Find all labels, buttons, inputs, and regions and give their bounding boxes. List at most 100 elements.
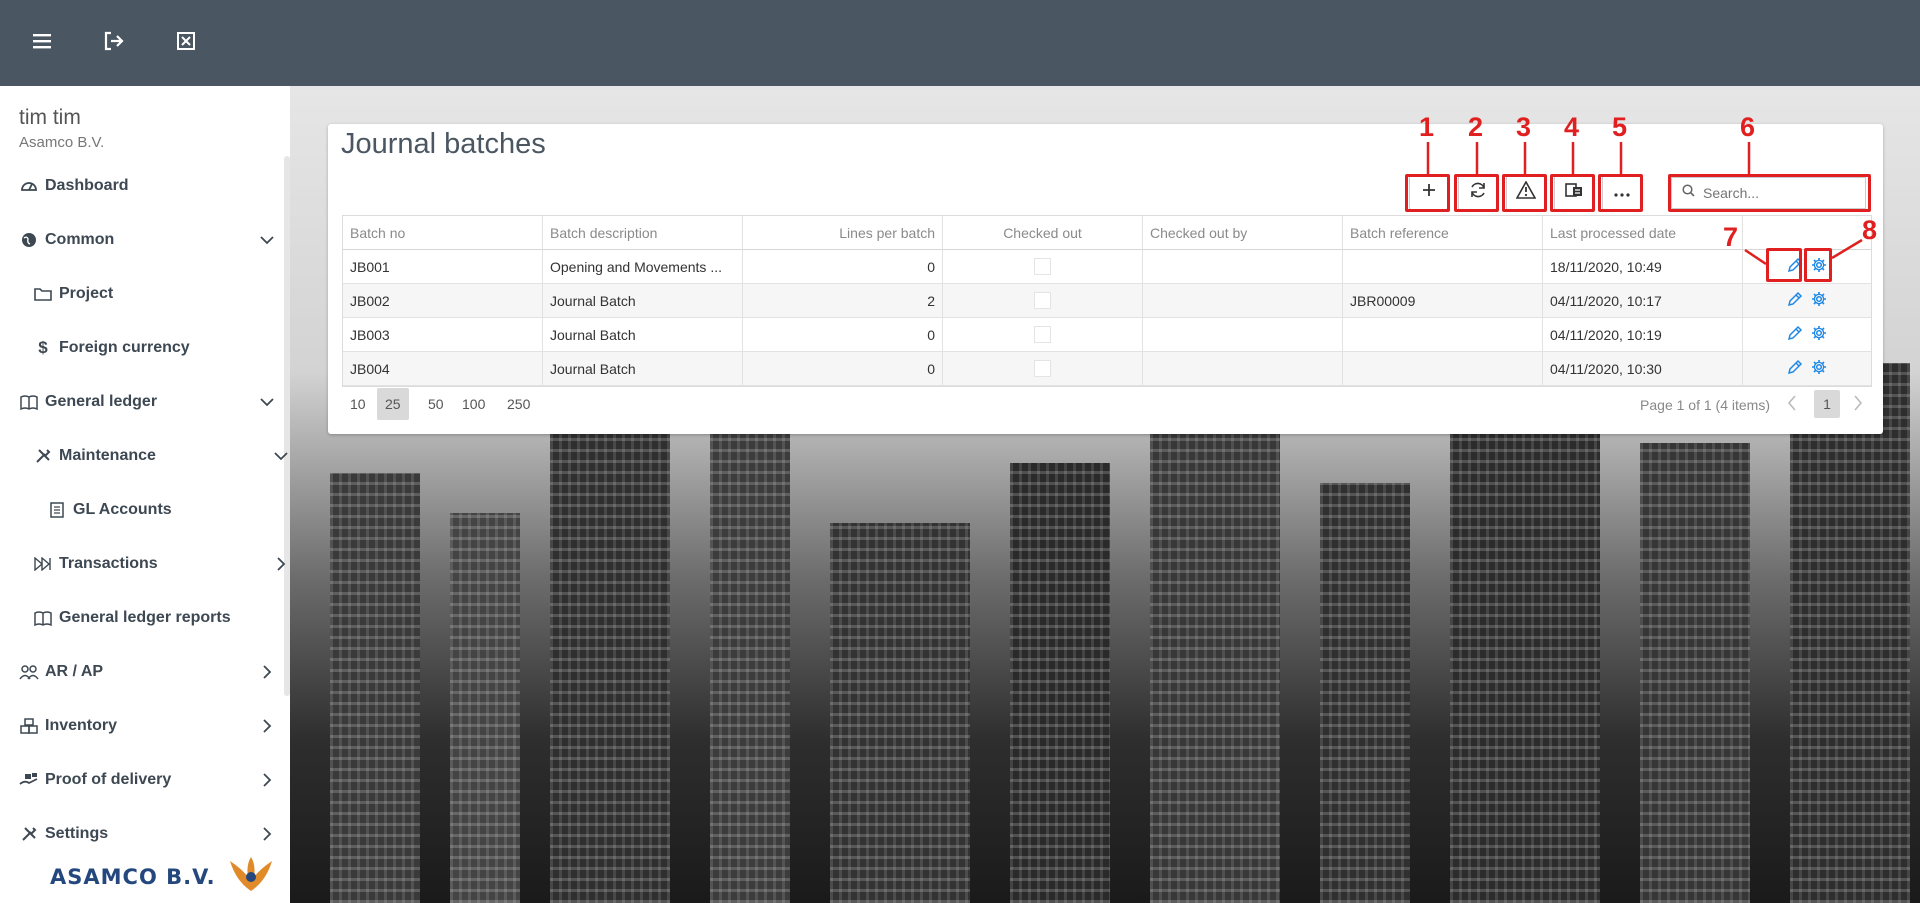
- column-header-checked-out-by[interactable]: Checked out by: [1143, 216, 1343, 249]
- sidebar-item-proof-of-delivery[interactable]: Proof of delivery: [0, 753, 299, 807]
- table-row[interactable]: JB004 Journal Batch 0 04/11/2020, 10:30: [343, 352, 1871, 386]
- user-company: Asamco B.V.: [19, 134, 105, 151]
- settings-button[interactable]: [1811, 325, 1827, 344]
- column-header-last-processed-date[interactable]: Last processed date: [1543, 216, 1743, 249]
- settings-button[interactable]: [1811, 359, 1827, 378]
- cell-batch-reference: [1343, 318, 1543, 351]
- sidebar-item-label: General ledger: [45, 393, 158, 410]
- sidebar-item-label: General ledger reports: [59, 609, 231, 626]
- cell-lines-per-batch: 0: [743, 318, 943, 351]
- page-size-option[interactable]: 50: [420, 388, 452, 420]
- table-row[interactable]: JB003 Journal Batch 0 04/11/2020, 10:19: [343, 318, 1871, 352]
- pencil-icon: [1787, 359, 1803, 378]
- close-window-button[interactable]: [150, 0, 222, 86]
- checked-out-checkbox[interactable]: [1034, 360, 1051, 377]
- page-size-option-selected[interactable]: 25: [377, 388, 409, 420]
- edit-button[interactable]: [1787, 325, 1803, 344]
- page-size-option[interactable]: 10: [342, 388, 374, 420]
- cell-batch-description: Journal Batch: [543, 352, 743, 385]
- page-size-option[interactable]: 100: [454, 388, 493, 420]
- callout-number: 2: [1468, 112, 1484, 142]
- sidebar-item-label: Transactions: [59, 555, 158, 572]
- next-page-button[interactable]: [1848, 394, 1868, 414]
- transactions-icon: [33, 554, 53, 574]
- column-header-batch-reference[interactable]: Batch reference: [1343, 216, 1543, 249]
- cell-batch-description: Journal Batch: [543, 284, 743, 317]
- table-row[interactable]: JB002 Journal Batch 2 JBR00009 04/11/202…: [343, 284, 1871, 318]
- sidebar-item-general-ledger-reports[interactable]: General ledger reports: [0, 591, 313, 645]
- cell-lines-per-batch: 2: [743, 284, 943, 317]
- cell-actions: [1743, 318, 1871, 351]
- phoenix-logo-icon: [226, 855, 276, 898]
- page-size-option[interactable]: 250: [499, 388, 538, 420]
- sidebar-item-foreign-currency[interactable]: $ Foreign currency: [0, 321, 313, 375]
- cell-actions: [1743, 284, 1871, 317]
- chevron-down-icon: [257, 230, 277, 250]
- checked-out-checkbox[interactable]: [1034, 292, 1051, 309]
- pager: 10 25 50 100 250 Page 1 of 1 (4 items) 1: [342, 388, 1870, 422]
- sidebar-item-label: Project: [59, 285, 114, 302]
- sidebar-item-gl-accounts[interactable]: GL Accounts: [0, 483, 327, 537]
- sidebar-item-label: GL Accounts: [73, 501, 172, 518]
- sidebar-item-label: Settings: [45, 825, 109, 842]
- table-row[interactable]: JB001 Opening and Movements ... 0 18/11/…: [343, 250, 1871, 284]
- cell-lines-per-batch: 0: [743, 250, 943, 283]
- cell-checked-out-by: [1143, 284, 1343, 317]
- sidebar-item-ar-ap[interactable]: AR / AP: [0, 645, 299, 699]
- callout-box-column-chooser: [1550, 174, 1595, 212]
- chevron-right-icon: [257, 662, 277, 682]
- checked-out-checkbox[interactable]: [1034, 326, 1051, 343]
- pager-info: Page 1 of 1 (4 items): [1640, 397, 1770, 413]
- sidebar-item-inventory[interactable]: Inventory: [0, 699, 299, 753]
- delivery-icon: [19, 770, 39, 790]
- sidebar-item-transactions[interactable]: Transactions: [0, 537, 313, 591]
- callout-box-search: [1668, 174, 1871, 212]
- cell-actions: [1743, 352, 1871, 385]
- sidebar-item-dashboard[interactable]: Dashboard: [0, 159, 299, 213]
- callout-number: 6: [1740, 112, 1756, 142]
- checked-out-checkbox[interactable]: [1034, 258, 1051, 275]
- cell-batch-reference: [1343, 250, 1543, 283]
- chevron-left-icon: [1787, 394, 1797, 414]
- callout-box-edit: [1766, 248, 1802, 282]
- column-header-batch-description[interactable]: Batch description: [543, 216, 743, 249]
- sidebar-item-common[interactable]: Common: [0, 213, 299, 267]
- column-header-batch-no[interactable]: Batch no: [343, 216, 543, 249]
- chevron-down-icon: [271, 446, 291, 466]
- dashboard-icon: [19, 176, 39, 196]
- callout-number: 8: [1862, 215, 1878, 245]
- sidebar-item-label: AR / AP: [45, 663, 104, 680]
- cell-batch-description: Journal Batch: [543, 318, 743, 351]
- settings-button[interactable]: [1811, 291, 1827, 310]
- sidebar-item-general-ledger[interactable]: General ledger: [0, 375, 299, 429]
- sidebar: tim tim Asamco B.V. Dashboard Common Pro…: [0, 86, 291, 903]
- cell-checked-out-by: [1143, 352, 1343, 385]
- edit-button[interactable]: [1787, 291, 1803, 310]
- sidebar-item-project[interactable]: Project: [0, 267, 313, 321]
- chevron-down-icon: [257, 392, 277, 412]
- callout-box-refresh: [1454, 174, 1499, 212]
- previous-page-button[interactable]: [1782, 394, 1802, 414]
- column-header-checked-out[interactable]: Checked out: [943, 216, 1143, 249]
- chevron-right-icon: [257, 824, 277, 844]
- callout-box-warning: [1502, 174, 1547, 212]
- column-header-lines-per-batch[interactable]: Lines per batch: [743, 216, 943, 249]
- edit-button[interactable]: [1787, 359, 1803, 378]
- cell-checked-out: [943, 250, 1143, 283]
- cell-batch-reference: JBR00009: [1343, 284, 1543, 317]
- top-bar: [0, 0, 1920, 86]
- cell-batch-reference: [1343, 352, 1543, 385]
- page-number-current[interactable]: 1: [1814, 390, 1840, 418]
- user-name: tim tim: [19, 106, 81, 129]
- logout-button[interactable]: [78, 0, 150, 86]
- chevron-right-icon: [271, 554, 291, 574]
- cell-batch-no: JB004: [343, 352, 543, 385]
- sidebar-item-label: Proof of delivery: [45, 771, 172, 788]
- sidebar-item-settings[interactable]: Settings: [0, 807, 299, 861]
- logout-icon: [103, 31, 125, 56]
- chevron-right-icon: [257, 716, 277, 736]
- cell-batch-no: JB001: [343, 250, 543, 283]
- sidebar-item-maintenance[interactable]: Maintenance: [0, 429, 313, 483]
- menu-button[interactable]: [6, 0, 78, 86]
- cell-batch-description: Opening and Movements ...: [543, 250, 743, 283]
